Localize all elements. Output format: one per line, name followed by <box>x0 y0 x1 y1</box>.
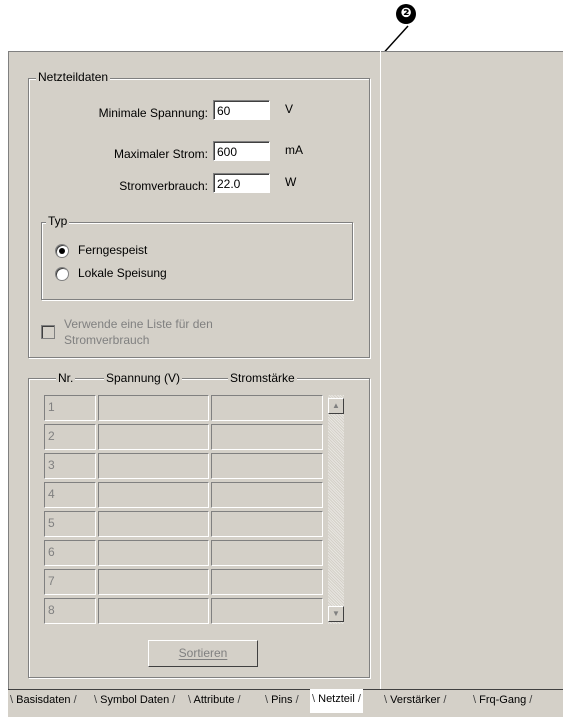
max-current-input[interactable]: 600 <box>213 141 270 161</box>
row-8-stromstaerke <box>211 598 323 624</box>
row-6-stromstaerke <box>211 540 323 566</box>
scroll-down-button[interactable]: ▼ <box>328 606 344 622</box>
row-4-stromstaerke <box>211 482 323 508</box>
netzteildaten-group <box>28 78 370 358</box>
min-voltage-label: Minimale Spannung: <box>98 106 208 120</box>
power-consumption-unit: W <box>285 175 297 189</box>
row-3-nr: 3 <box>44 453 96 479</box>
table-scrollbar-track[interactable] <box>328 395 344 624</box>
row-7-spannung <box>98 569 209 595</box>
netzteildaten-title: Netzteildaten <box>36 70 111 84</box>
scroll-up-button[interactable]: ▲ <box>328 398 344 414</box>
row-5-stromstaerke <box>211 511 323 537</box>
row-1-spannung <box>98 395 209 421</box>
typ-title: Typ <box>46 214 70 228</box>
row-3-stromstaerke <box>211 453 323 479</box>
callout-number-text: ❷ <box>400 6 412 21</box>
ferngespeist-radio[interactable] <box>55 244 69 258</box>
row-4-spannung <box>98 482 209 508</box>
row-1-nr: 1 <box>44 395 96 421</box>
row-7-nr: 7 <box>44 569 96 595</box>
row-6-spannung <box>98 540 209 566</box>
power-consumption-input[interactable]: 22.0 <box>213 173 270 193</box>
row-3-spannung <box>98 453 209 479</box>
row-2-spannung <box>98 424 209 450</box>
tab-attribute[interactable]: \ Attribute / <box>188 690 241 712</box>
tab-netzteil[interactable]: \ Netzteil / <box>310 689 363 713</box>
panel-divider <box>380 51 381 689</box>
tab-pins[interactable]: \ Pins / <box>265 690 299 712</box>
sort-button[interactable]: Sortieren <box>148 640 258 667</box>
tab-verstaerker[interactable]: \ Verstärker / <box>384 690 446 712</box>
row-2-nr: 2 <box>44 424 96 450</box>
tab-symbol-daten[interactable]: \ Symbol Daten / <box>94 690 175 712</box>
row-2-stromstaerke <box>211 424 323 450</box>
min-voltage-unit: V <box>285 102 294 116</box>
tab-frq-gang[interactable]: \ Frq-Gang / <box>473 690 532 712</box>
ferngespeist-label[interactable]: Ferngespeist <box>78 243 147 257</box>
row-7-stromstaerke <box>211 569 323 595</box>
min-voltage-input[interactable]: 60 <box>213 100 270 120</box>
use-list-label-line2: Stromverbrauch <box>64 333 150 347</box>
tab-basisdaten[interactable]: \ Basisdaten / <box>10 690 77 712</box>
typ-group <box>41 222 353 300</box>
row-5-spannung <box>98 511 209 537</box>
sort-button-label: Sortieren <box>178 646 228 660</box>
power-consumption-label: Stromverbrauch: <box>119 179 208 193</box>
row-4-nr: 4 <box>44 482 96 508</box>
lokale-speisung-radio[interactable] <box>55 267 69 281</box>
max-current-unit: mA <box>285 143 303 157</box>
use-list-label-line1: Verwende eine Liste für den <box>64 317 213 331</box>
table-header-stromstaerke: Stromstärke <box>228 371 297 385</box>
lokale-speisung-label[interactable]: Lokale Speisung <box>78 266 167 280</box>
row-1-stromstaerke <box>211 395 323 421</box>
row-8-spannung <box>98 598 209 624</box>
table-header-nr: Nr. <box>56 371 76 385</box>
row-5-nr: 5 <box>44 511 96 537</box>
max-current-label: Maximaler Strom: <box>113 147 208 161</box>
row-6-nr: 6 <box>44 540 96 566</box>
tab-bar: \ Basisdaten / \ Symbol Daten / \ Attrib… <box>8 689 563 717</box>
table-header-spannung: Spannung (V) <box>104 371 183 385</box>
row-8-nr: 8 <box>44 598 96 624</box>
use-list-checkbox[interactable] <box>41 325 55 339</box>
